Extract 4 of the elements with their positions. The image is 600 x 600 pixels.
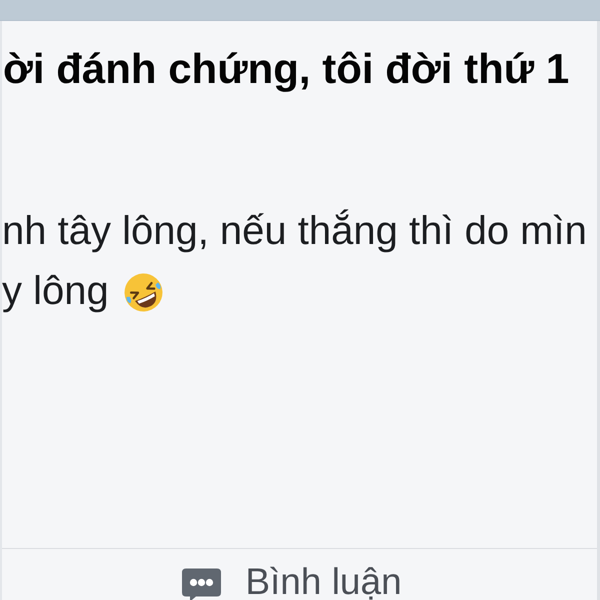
post-text-line: y lông: [2, 268, 109, 315]
comment-button[interactable]: Bình luận: [182, 563, 402, 600]
post-text-line: nh tây lông, nếu thắng thì do mìn: [2, 208, 587, 255]
post-title: ời đánh chứng, tôi đời thứ 1: [2, 44, 570, 94]
